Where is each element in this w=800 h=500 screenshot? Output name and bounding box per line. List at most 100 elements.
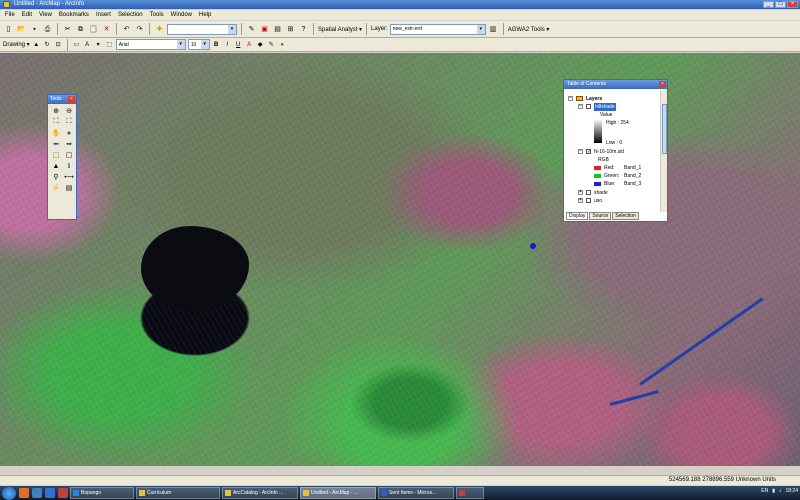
- expand-icon[interactable]: +: [578, 190, 583, 195]
- font-color-button[interactable]: A: [245, 40, 254, 49]
- save-icon[interactable]: ▪: [29, 24, 40, 35]
- edit-vertices-icon[interactable]: ⬚: [105, 40, 114, 49]
- command-line-icon[interactable]: ▤: [272, 24, 283, 35]
- collapse-icon[interactable]: −: [568, 96, 573, 101]
- previous-extent-icon[interactable]: ⬅: [50, 139, 62, 149]
- html-popup-icon[interactable]: ▤: [63, 183, 75, 193]
- quicklaunch-desktop-icon[interactable]: [32, 488, 42, 498]
- pan-icon[interactable]: ✋: [50, 128, 62, 138]
- tools-window-header[interactable]: Tools ×: [48, 95, 76, 104]
- toc-scroll-thumb[interactable]: [662, 104, 667, 154]
- agwa2-tools-menu[interactable]: AGWA2 Tools ▾: [508, 26, 550, 33]
- whats-this-icon[interactable]: ?: [298, 24, 309, 35]
- network-icon[interactable]: ▮: [772, 488, 775, 494]
- menu-help[interactable]: Help: [198, 12, 212, 18]
- tools-close-button[interactable]: ×: [68, 96, 75, 103]
- taskbar-button[interactable]: Curriculum: [136, 487, 220, 499]
- rectangle-icon[interactable]: ▭: [72, 40, 81, 49]
- print-icon[interactable]: ⎙: [42, 24, 53, 35]
- minimize-button[interactable]: _: [763, 1, 774, 8]
- font-name-select[interactable]: Arial ▾: [115, 39, 186, 50]
- menu-edit[interactable]: Edit: [21, 12, 33, 18]
- measure-icon[interactable]: ⟷: [63, 172, 75, 182]
- tab-display[interactable]: Display: [566, 212, 589, 220]
- layer-visibility-checkbox[interactable]: [586, 104, 591, 109]
- find-icon[interactable]: ⚲: [50, 172, 62, 182]
- histogram-icon[interactable]: ▥: [488, 24, 499, 35]
- menu-insert[interactable]: Insert: [95, 12, 112, 18]
- taskbar-button[interactable]: Sent Items - Micros...: [378, 487, 454, 499]
- drawing-menu[interactable]: Drawing ▾: [3, 41, 30, 48]
- toc-scrollbar[interactable]: [660, 90, 667, 212]
- map-display[interactable]: [0, 53, 800, 466]
- map-scale-combo[interactable]: ▾: [167, 23, 237, 35]
- font-size-select[interactable]: 10 ▾: [187, 39, 210, 50]
- layer-visibility-checkbox[interactable]: [586, 198, 591, 203]
- tab-selection[interactable]: Selection: [612, 212, 639, 220]
- rotate-icon[interactable]: ↻: [43, 40, 52, 49]
- copy-icon[interactable]: ⧉: [75, 24, 86, 35]
- add-data-icon[interactable]: ✚: [154, 24, 165, 35]
- select-pointer-icon[interactable]: ▲: [50, 161, 62, 171]
- redo-icon[interactable]: ↷: [134, 24, 145, 35]
- collapse-icon[interactable]: −: [578, 104, 583, 109]
- taskbar-button[interactable]: [456, 487, 484, 499]
- menu-selection[interactable]: Selection: [117, 12, 144, 18]
- tab-source[interactable]: Source: [589, 212, 612, 220]
- quicklaunch-ie-icon[interactable]: [45, 488, 55, 498]
- fixed-zoom-in-icon[interactable]: ⛶: [50, 117, 62, 127]
- menu-bookmarks[interactable]: Bookmarks: [58, 12, 90, 18]
- zoom-out-icon[interactable]: ⊖: [63, 106, 75, 116]
- paste-icon[interactable]: 📋: [88, 24, 99, 35]
- spatial-analyst-menu[interactable]: Spatial Analyst ▾: [318, 26, 362, 33]
- delete-icon[interactable]: ✕: [101, 24, 112, 35]
- close-button[interactable]: ×: [787, 1, 798, 8]
- line-color-icon[interactable]: ✎: [267, 40, 276, 49]
- fill-color-icon[interactable]: ◆: [256, 40, 265, 49]
- taskbar-button[interactable]: Untitled - ArcMap - ...: [300, 487, 376, 499]
- menu-file[interactable]: File: [4, 12, 16, 18]
- cut-icon[interactable]: ✂: [62, 24, 73, 35]
- start-button[interactable]: [2, 486, 16, 500]
- next-extent-icon[interactable]: ➡: [63, 139, 75, 149]
- marker-color-icon[interactable]: ●: [278, 40, 287, 49]
- italic-button[interactable]: I: [223, 40, 232, 49]
- select-features-icon[interactable]: ⬚: [50, 150, 62, 160]
- bold-button[interactable]: B: [212, 40, 221, 49]
- open-folder-icon[interactable]: 📂: [16, 24, 27, 35]
- toc-header[interactable]: Table of Contents ×: [564, 80, 667, 89]
- arctoolbox-icon[interactable]: ▣: [259, 24, 270, 35]
- menu-tools[interactable]: Tools: [149, 12, 165, 18]
- full-extent-icon[interactable]: ●: [63, 128, 75, 138]
- menu-window[interactable]: Window: [170, 12, 193, 18]
- editor-toolbar-icon[interactable]: ✎: [246, 24, 257, 35]
- undo-icon[interactable]: ↶: [121, 24, 132, 35]
- fixed-zoom-out-icon[interactable]: ⛶: [63, 117, 75, 127]
- underline-button[interactable]: U: [234, 40, 243, 49]
- model-builder-icon[interactable]: ⊞: [285, 24, 296, 35]
- quicklaunch-media-icon[interactable]: [58, 488, 68, 498]
- layer-visibility-checkbox[interactable]: ✓: [586, 149, 591, 155]
- new-document-icon[interactable]: ▯: [3, 24, 14, 35]
- menu-view[interactable]: View: [38, 12, 53, 18]
- volume-icon[interactable]: ♪: [779, 488, 782, 494]
- text-tool-icon[interactable]: A: [83, 40, 92, 49]
- taskbar-button[interactable]: Bopango: [70, 487, 134, 499]
- hyperlink-icon[interactable]: ⚡: [50, 183, 62, 193]
- layer-visibility-checkbox[interactable]: [586, 190, 591, 195]
- layer-select[interactable]: new_extr-erd ▾: [389, 23, 486, 35]
- clear-selection-icon[interactable]: ▢: [63, 150, 75, 160]
- language-indicator[interactable]: EN: [761, 488, 768, 494]
- quicklaunch-firefox-icon[interactable]: [19, 488, 29, 498]
- identify-icon[interactable]: ℹ: [63, 161, 75, 171]
- zoom-in-icon[interactable]: ⊕: [50, 106, 62, 116]
- collapse-icon[interactable]: −: [578, 149, 583, 154]
- zoom-whole-page-icon[interactable]: ⊡: [54, 40, 63, 49]
- taskbar-button[interactable]: ArcCatalog - ArcInfo ...: [222, 487, 298, 499]
- expand-icon[interactable]: +: [578, 198, 583, 203]
- clock[interactable]: 18:24: [785, 488, 798, 494]
- toc-close-button[interactable]: ×: [659, 81, 666, 88]
- select-elements-icon[interactable]: ▲: [32, 40, 41, 49]
- maximize-button[interactable]: □: [775, 1, 786, 8]
- callout-icon[interactable]: ▾: [94, 40, 103, 49]
